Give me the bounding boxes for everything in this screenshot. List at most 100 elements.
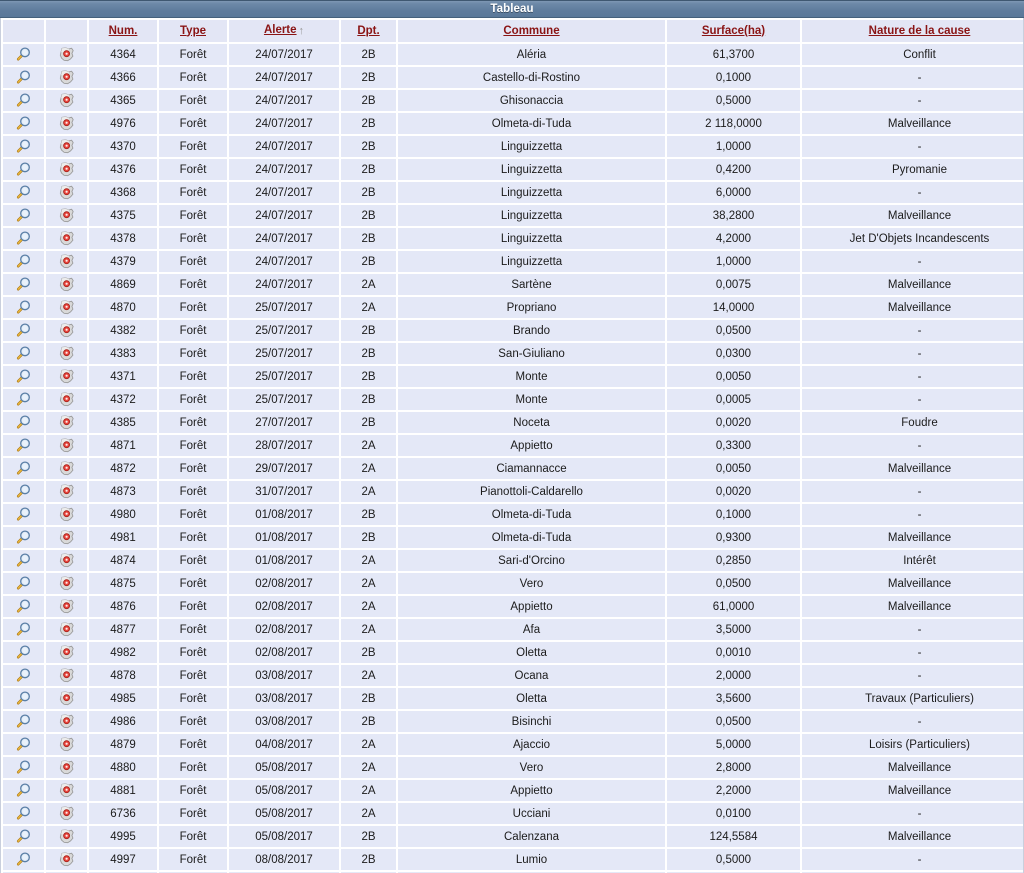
cell-type: Forêt — [159, 757, 227, 778]
show-on-map-button[interactable] — [46, 343, 87, 364]
column-header-label-num[interactable]: Num. — [109, 25, 138, 37]
view-details-button[interactable] — [3, 596, 44, 617]
view-details-button[interactable] — [3, 113, 44, 134]
show-on-map-button[interactable] — [46, 803, 87, 824]
cell-alerte: 25/07/2017 — [229, 389, 339, 410]
show-on-map-button[interactable] — [46, 573, 87, 594]
view-details-button[interactable] — [3, 366, 44, 387]
view-details-button[interactable] — [3, 297, 44, 318]
view-details-button[interactable] — [3, 711, 44, 732]
show-on-map-button[interactable] — [46, 67, 87, 88]
view-details-button[interactable] — [3, 274, 44, 295]
show-on-map-button[interactable] — [46, 458, 87, 479]
cell-dpt: 2B — [341, 44, 396, 65]
map-marker-icon — [57, 70, 77, 86]
table-body: 4364 Forêt 24/07/2017 2B Aléria 61,3700 Confli… — [3, 44, 1023, 873]
cell-alerte: 08/08/2017 — [229, 849, 339, 870]
column-header-cause[interactable]: Nature de la cause — [802, 20, 1023, 42]
column-header-num[interactable]: Num. — [89, 20, 157, 42]
column-header-dpt[interactable]: Dpt. — [341, 20, 396, 42]
view-details-button[interactable] — [3, 504, 44, 525]
column-header-label-commune[interactable]: Commune — [503, 25, 559, 37]
view-details-button[interactable] — [3, 734, 44, 755]
show-on-map-button[interactable] — [46, 320, 87, 341]
cell-dpt: 2A — [341, 481, 396, 502]
show-on-map-button[interactable] — [46, 159, 87, 180]
view-details-button[interactable] — [3, 849, 44, 870]
view-details-button[interactable] — [3, 44, 44, 65]
view-details-button[interactable] — [3, 458, 44, 479]
show-on-map-button[interactable] — [46, 297, 87, 318]
view-details-button[interactable] — [3, 665, 44, 686]
show-on-map-button[interactable] — [46, 435, 87, 456]
show-on-map-button[interactable] — [46, 619, 87, 640]
show-on-map-button[interactable] — [46, 251, 87, 272]
show-on-map-button[interactable] — [46, 90, 87, 111]
show-on-map-button[interactable] — [46, 665, 87, 686]
show-on-map-button[interactable] — [46, 182, 87, 203]
view-details-button[interactable] — [3, 435, 44, 456]
view-details-button[interactable] — [3, 803, 44, 824]
cell-type: Forêt — [159, 780, 227, 801]
show-on-map-button[interactable] — [46, 734, 87, 755]
column-header-label-dpt[interactable]: Dpt. — [357, 25, 379, 37]
table-row: 4995 Forêt 05/08/2017 2B Calenzana 124,5584 Ma… — [3, 826, 1023, 847]
cell-dpt: 2A — [341, 435, 396, 456]
magnifier-icon — [14, 507, 34, 523]
show-on-map-button[interactable] — [46, 826, 87, 847]
view-details-button[interactable] — [3, 826, 44, 847]
show-on-map-button[interactable] — [46, 274, 87, 295]
show-on-map-button[interactable] — [46, 136, 87, 157]
table-scroll-area[interactable]: Num. Type Alerte ↑ Dpt. Commune Surface(ha) Nat… — [0, 18, 1024, 873]
view-details-button[interactable] — [3, 550, 44, 571]
view-details-button[interactable] — [3, 159, 44, 180]
column-header-label-cause[interactable]: Nature de la cause — [869, 25, 971, 37]
show-on-map-button[interactable] — [46, 688, 87, 709]
view-details-button[interactable] — [3, 228, 44, 249]
show-on-map-button[interactable] — [46, 481, 87, 502]
show-on-map-button[interactable] — [46, 527, 87, 548]
view-details-button[interactable] — [3, 67, 44, 88]
show-on-map-button[interactable] — [46, 711, 87, 732]
show-on-map-button[interactable] — [46, 504, 87, 525]
view-details-button[interactable] — [3, 527, 44, 548]
view-details-button[interactable] — [3, 619, 44, 640]
show-on-map-button[interactable] — [46, 205, 87, 226]
show-on-map-button[interactable] — [46, 228, 87, 249]
view-details-button[interactable] — [3, 642, 44, 663]
view-details-button[interactable] — [3, 573, 44, 594]
view-details-button[interactable] — [3, 182, 44, 203]
show-on-map-button[interactable] — [46, 596, 87, 617]
cell-surface: 0,4200 — [667, 159, 800, 180]
show-on-map-button[interactable] — [46, 113, 87, 134]
view-details-button[interactable] — [3, 320, 44, 341]
view-details-button[interactable] — [3, 688, 44, 709]
show-on-map-button[interactable] — [46, 412, 87, 433]
view-details-button[interactable] — [3, 343, 44, 364]
view-details-button[interactable] — [3, 412, 44, 433]
show-on-map-button[interactable] — [46, 849, 87, 870]
view-details-button[interactable] — [3, 757, 44, 778]
view-details-button[interactable] — [3, 389, 44, 410]
column-header-label-type[interactable]: Type — [180, 25, 206, 37]
show-on-map-button[interactable] — [46, 44, 87, 65]
show-on-map-button[interactable] — [46, 757, 87, 778]
show-on-map-button[interactable] — [46, 389, 87, 410]
view-details-button[interactable] — [3, 251, 44, 272]
view-details-button[interactable] — [3, 780, 44, 801]
show-on-map-button[interactable] — [46, 642, 87, 663]
column-header-alerte[interactable]: Alerte ↑ — [229, 20, 339, 42]
column-header-commune[interactable]: Commune — [398, 20, 665, 42]
view-details-button[interactable] — [3, 90, 44, 111]
column-header-label-surface[interactable]: Surface(ha) — [702, 25, 765, 37]
column-header-label-alerte[interactable]: Alerte — [264, 24, 297, 36]
column-header-surface[interactable]: Surface(ha) — [667, 20, 800, 42]
view-details-button[interactable] — [3, 205, 44, 226]
column-header-type[interactable]: Type — [159, 20, 227, 42]
view-details-button[interactable] — [3, 481, 44, 502]
show-on-map-button[interactable] — [46, 550, 87, 571]
show-on-map-button[interactable] — [46, 366, 87, 387]
show-on-map-button[interactable] — [46, 780, 87, 801]
view-details-button[interactable] — [3, 136, 44, 157]
sort-ascending-icon[interactable]: ↑ — [299, 26, 305, 37]
